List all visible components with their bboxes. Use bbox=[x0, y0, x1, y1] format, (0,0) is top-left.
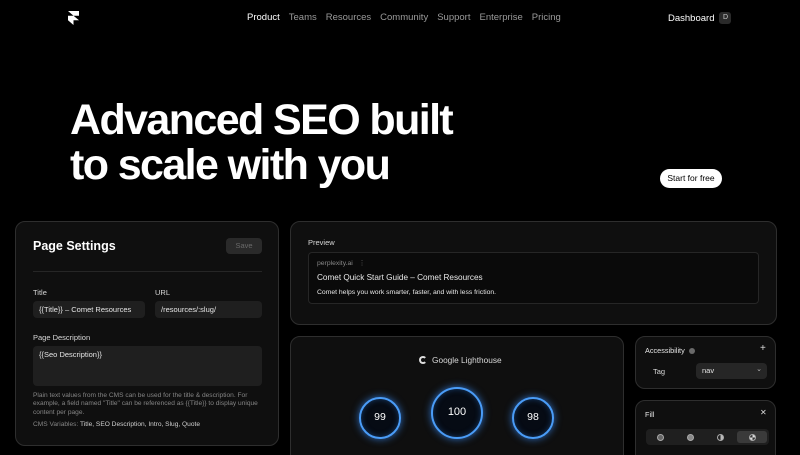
nav-link-community[interactable]: Community bbox=[380, 12, 428, 23]
radial-fill-icon bbox=[716, 433, 724, 441]
cms-hint-text: Plain text values from the CMS can be us… bbox=[33, 392, 258, 416]
top-nav: Product Teams Resources Community Suppor… bbox=[0, 0, 800, 36]
fill-panel: Fill ✕ bbox=[635, 400, 776, 455]
info-icon[interactable] bbox=[688, 347, 695, 354]
google-icon bbox=[419, 356, 427, 364]
image-fill-icon bbox=[748, 433, 756, 441]
fill-image-option[interactable] bbox=[737, 431, 767, 443]
cms-variables-value: Title, SEO Description, Intro, Slug, Quo… bbox=[80, 421, 201, 428]
page-settings-panel: Page Settings Save Title {{Title}} – Com… bbox=[15, 221, 279, 446]
avatar[interactable]: D bbox=[719, 12, 732, 24]
nav-link-teams[interactable]: Teams bbox=[289, 12, 317, 23]
fill-type-selector bbox=[646, 429, 769, 445]
score-ring-seo: 98 bbox=[512, 397, 554, 439]
score-ring-performance: 99 bbox=[359, 397, 401, 439]
framer-logo-icon[interactable] bbox=[68, 11, 79, 25]
nav-link-pricing[interactable]: Pricing bbox=[532, 12, 561, 23]
tag-select[interactable]: nav ⌄ bbox=[696, 363, 767, 379]
fill-solid-option[interactable] bbox=[646, 429, 676, 445]
title-label: Title bbox=[33, 288, 47, 297]
cms-variables-label: CMS Variables: bbox=[33, 421, 79, 428]
fill-radial-option[interactable] bbox=[706, 429, 736, 445]
preview-description: Comet helps you work smarter, faster, an… bbox=[317, 289, 497, 296]
divider bbox=[33, 271, 262, 272]
save-button[interactable]: Save bbox=[226, 238, 262, 254]
page-settings-title: Page Settings bbox=[33, 239, 116, 253]
solid-fill-icon bbox=[657, 433, 665, 441]
accessibility-title: Accessibility bbox=[645, 346, 695, 355]
chevron-down-icon: ⌄ bbox=[756, 366, 762, 373]
dashboard-label: Dashboard bbox=[668, 12, 715, 24]
nav-links: Product Teams Resources Community Suppor… bbox=[247, 12, 570, 23]
tag-select-value: nav bbox=[702, 366, 715, 375]
start-for-free-button[interactable]: Start for free bbox=[660, 169, 722, 188]
preview-page-title: Comet Quick Start Guide – Comet Resource… bbox=[317, 273, 483, 282]
nav-link-enterprise[interactable]: Enterprise bbox=[479, 12, 522, 23]
more-icon[interactable]: ⋮ bbox=[359, 260, 366, 267]
url-label: URL bbox=[155, 288, 171, 297]
preview-label: Preview bbox=[308, 238, 335, 247]
cms-variables: CMS Variables: Title, SEO Description, I… bbox=[33, 421, 200, 428]
page-description-label: Page Description bbox=[33, 333, 91, 342]
url-field[interactable]: /resources/:slug/ bbox=[155, 301, 262, 318]
close-icon[interactable]: ✕ bbox=[760, 408, 767, 417]
nav-link-product[interactable]: Product bbox=[247, 12, 280, 23]
score-ring-accessibility: 100 bbox=[431, 387, 483, 439]
dashboard-link[interactable]: Dashboard D bbox=[668, 12, 732, 24]
search-result-preview: perplexity.ai ⋮ Comet Quick Start Guide … bbox=[308, 252, 759, 304]
hero-line-1: Advanced SEO built bbox=[70, 96, 454, 144]
accessibility-panel: Accessibility + Tag nav ⌄ bbox=[635, 336, 776, 389]
lighthouse-panel: Google Lighthouse 99 100 98 bbox=[290, 336, 624, 455]
add-icon[interactable]: + bbox=[760, 343, 766, 354]
preview-site: perplexity.ai ⋮ bbox=[317, 260, 366, 267]
fill-linear-option[interactable] bbox=[676, 429, 706, 445]
title-field[interactable]: {{Title}} – Comet Resources bbox=[33, 301, 145, 318]
lighthouse-title: Google Lighthouse bbox=[419, 355, 502, 365]
tag-label: Tag bbox=[653, 367, 666, 376]
linear-fill-icon bbox=[687, 433, 695, 441]
fill-title: Fill bbox=[645, 410, 655, 419]
hero-heading: Advanced SEO built to scale with you bbox=[70, 96, 454, 189]
nav-link-resources[interactable]: Resources bbox=[326, 12, 371, 23]
page-description-field[interactable]: {{Seo Description}} bbox=[33, 346, 262, 386]
hero-line-2: to scale with you bbox=[70, 141, 391, 189]
preview-panel: Preview perplexity.ai ⋮ Comet Quick Star… bbox=[290, 221, 777, 325]
nav-link-support[interactable]: Support bbox=[437, 12, 470, 23]
